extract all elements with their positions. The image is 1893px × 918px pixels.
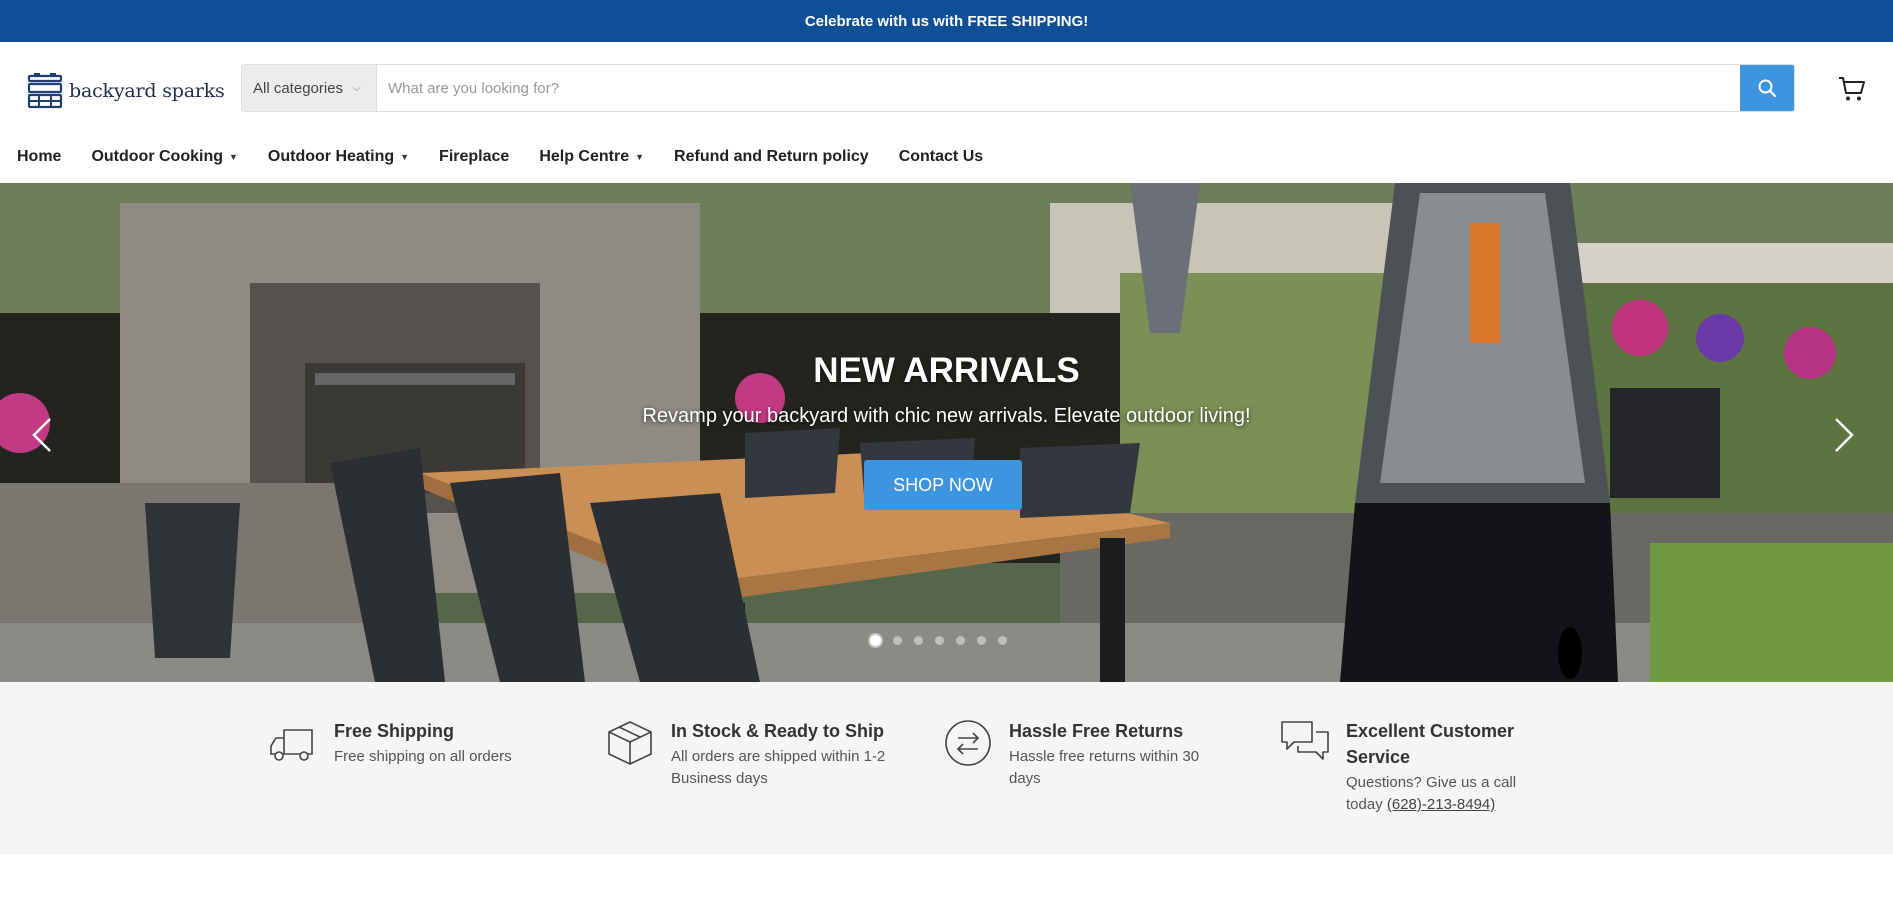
nav-item-refund-policy[interactable]: Refund and Return policy xyxy=(674,148,869,166)
nav-item-fireplace[interactable]: Fireplace xyxy=(439,148,509,166)
search-bar: All categories ⌵ xyxy=(241,64,1795,112)
slide-dot[interactable] xyxy=(935,636,944,645)
feature-desc: Free shipping on all orders xyxy=(334,748,512,765)
shop-now-button[interactable]: SHOP NOW xyxy=(864,460,1022,510)
box-icon xyxy=(608,721,652,765)
returns-icon xyxy=(945,720,991,766)
chevron-down-icon: ⌵ xyxy=(353,82,361,94)
nav-label: Help Centre xyxy=(539,148,630,165)
hero-title: NEW ARRIVALS xyxy=(813,351,1080,390)
site-header: backyard sparks All categories ⌵ xyxy=(0,42,1893,132)
nav-label: Home xyxy=(17,148,62,165)
feature-desc: Hassle free returns within 30 days xyxy=(1009,748,1200,787)
nav-label: Contact Us xyxy=(898,148,984,165)
search-icon xyxy=(1758,79,1777,98)
announcement-bar: Celebrate with us with FREE SHIPPING! xyxy=(0,0,1893,42)
cart-icon[interactable] xyxy=(1837,74,1867,104)
slide-dot[interactable] xyxy=(998,636,1007,645)
nav-item-home[interactable]: Home xyxy=(17,148,61,166)
chevron-down-icon: ▼ xyxy=(635,152,645,162)
nav-label: Outdoor Heating xyxy=(267,148,395,165)
feature-in-stock: In Stock & Ready to Ship All orders are … xyxy=(605,718,905,790)
nav-label: Refund and Return policy xyxy=(674,148,869,165)
search-input[interactable] xyxy=(377,65,1740,111)
slide-dot[interactable] xyxy=(977,636,986,645)
grill-logo-icon xyxy=(27,73,63,109)
feature-returns: Hassle Free Returns Hassle free returns … xyxy=(943,718,1243,790)
feature-desc: All orders are shipped within 1-2 Busine… xyxy=(671,748,886,787)
slide-dot[interactable] xyxy=(870,635,881,646)
feature-desc: Questions? Give us a call today (628)-21… xyxy=(1346,772,1546,816)
logo[interactable]: backyard sparks xyxy=(27,73,225,109)
logo-text: backyard sparks xyxy=(69,80,225,102)
slide-indicators xyxy=(870,635,1007,646)
nav-item-contact[interactable]: Contact Us xyxy=(899,148,983,166)
chat-icon xyxy=(1281,721,1329,760)
features-bar: Free Shipping Free shipping on all order… xyxy=(0,682,1893,854)
slide-dot[interactable] xyxy=(893,636,902,645)
phone-link[interactable]: (628)-213-8494) xyxy=(1387,796,1495,813)
nav-label: Fireplace xyxy=(439,148,510,165)
feature-customer-service: Excellent Customer Service Questions? Gi… xyxy=(1280,718,1580,816)
hero-subtitle: Revamp your backyard with chic new arriv… xyxy=(642,405,1251,427)
nav-item-outdoor-cooking[interactable]: Outdoor Cooking ▼ xyxy=(91,148,237,166)
chevron-down-icon: ▼ xyxy=(228,152,238,162)
feature-title: Hassle Free Returns xyxy=(1009,721,1184,741)
feature-free-shipping: Free Shipping Free shipping on all order… xyxy=(268,718,568,768)
nav-label: Outdoor Cooking xyxy=(91,148,223,165)
chevron-down-icon: ▼ xyxy=(400,152,410,162)
nav-item-outdoor-heating[interactable]: Outdoor Heating ▼ xyxy=(268,148,409,166)
truck-icon xyxy=(270,729,313,761)
slide-dot[interactable] xyxy=(956,636,965,645)
announcement-text: Celebrate with us with FREE SHIPPING! xyxy=(804,12,1089,30)
feature-title: In Stock & Ready to Ship xyxy=(671,721,885,741)
search-button[interactable] xyxy=(1740,65,1794,111)
category-select[interactable]: All categories ⌵ xyxy=(242,65,377,111)
main-nav: Home Outdoor Cooking ▼ Outdoor Heating ▼ F… xyxy=(0,132,1893,182)
feature-title: Free Shipping xyxy=(334,721,455,741)
nav-item-help-centre[interactable]: Help Centre ▼ xyxy=(539,148,644,166)
slide-dot[interactable] xyxy=(914,636,923,645)
hero-background-image xyxy=(0,183,1893,682)
hero-slideshow: NEW ARRIVALS Revamp your backyard with c… xyxy=(0,183,1893,682)
feature-title: Excellent Customer Service xyxy=(1346,721,1515,767)
category-label: All categories xyxy=(253,79,344,97)
